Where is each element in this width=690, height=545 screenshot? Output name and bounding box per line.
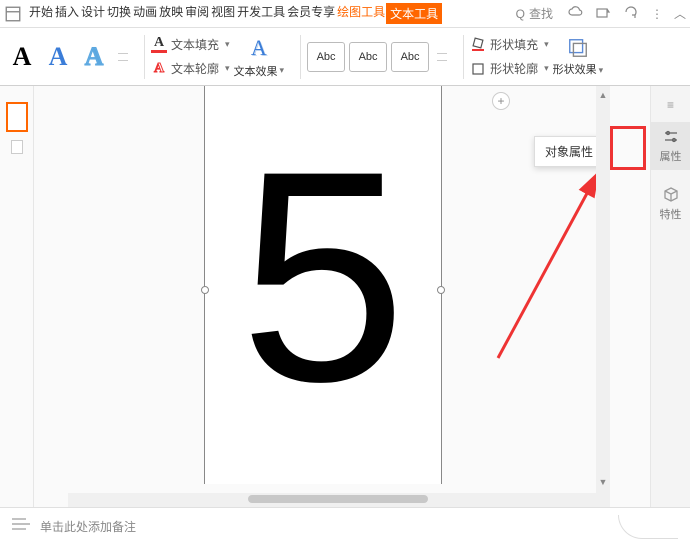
- separator: [144, 35, 145, 79]
- shape-fill-label: 形状填充: [490, 36, 538, 53]
- scroll-up-icon[interactable]: ▲: [598, 90, 608, 100]
- shape-format-group: 形状填充 ▾ 形状轮廓 ▾ 形状效果▾: [470, 28, 613, 85]
- horizontal-scrollbar[interactable]: [68, 493, 596, 507]
- titlebar-right-icons: ⋮ ︿: [567, 4, 686, 23]
- more-icon[interactable]: ⋮: [651, 7, 662, 21]
- slide-thumbnail-1[interactable]: [6, 102, 28, 132]
- shape-styles-group: Abc Abc Abc: [307, 28, 457, 85]
- menu-bar: 开始 插入 设计 切换 动画 放映 审阅 视图 开发工具 会员专享 绘图工具 文…: [0, 0, 690, 28]
- menu-view[interactable]: 视图: [210, 3, 236, 24]
- shape-effect-icon: [567, 37, 589, 59]
- menu-items: 开始 插入 设计 切换 动画 放映 审阅 视图 开发工具 会员专享 绘图工具 文…: [28, 3, 442, 24]
- text-effect-icon: A: [251, 35, 267, 61]
- right-side-panel: ≡ 属性 特性: [650, 86, 690, 507]
- ribbon: A A A A 文本填充 ▾ A 文本轮廓 ▾ A 文本效果▾ Abc Abc: [0, 28, 690, 86]
- shape-fill-button[interactable]: 形状填充 ▾: [470, 34, 549, 56]
- panel-tab-traits-label: 特性: [660, 206, 682, 222]
- shape-fill-icon: [470, 37, 486, 53]
- notes-decoration: [618, 515, 678, 539]
- slide[interactable]: 5: [204, 86, 442, 484]
- shape-outline-label: 形状轮廓: [490, 60, 538, 77]
- text-outline-icon: A: [151, 61, 167, 77]
- panel-tab-properties[interactable]: 属性: [651, 122, 690, 170]
- menu-animation[interactable]: 动画: [132, 3, 158, 24]
- menu-review[interactable]: 审阅: [184, 3, 210, 24]
- text-fill-button[interactable]: A 文本填充 ▾: [151, 34, 230, 56]
- chevron-down-icon: ▾: [225, 39, 230, 50]
- chevron-down-icon: ▾: [544, 39, 549, 50]
- vertical-scrollbar[interactable]: ▲ ▼: [596, 86, 610, 507]
- shape-outline-button[interactable]: 形状轮廓 ▾: [470, 58, 549, 80]
- selection-handle-right[interactable]: [437, 286, 445, 294]
- text-outline-button[interactable]: A 文本轮廓 ▾: [151, 58, 230, 80]
- menu-design[interactable]: 设计: [80, 3, 106, 24]
- scrollbar-thumb[interactable]: [248, 495, 428, 503]
- scroll-down-icon[interactable]: ▼: [598, 477, 608, 487]
- object-properties-tooltip: 对象属性: [534, 136, 604, 167]
- cloud-icon[interactable]: [567, 4, 583, 23]
- menu-devtools[interactable]: 开发工具: [236, 3, 286, 24]
- panel-hamburger-icon[interactable]: ≡: [667, 98, 674, 112]
- shape-style-3[interactable]: Abc: [391, 42, 429, 72]
- wordart-styles-group: A A A: [6, 28, 138, 85]
- selection-handle-left[interactable]: [201, 286, 209, 294]
- annotation-arrow: [488, 168, 608, 368]
- panel-tab-properties-label: 属性: [660, 148, 682, 164]
- menu-member[interactable]: 会员专享: [286, 3, 336, 24]
- shape-effect-label: 形状效果: [553, 64, 597, 76]
- text-format-group: A 文本填充 ▾ A 文本轮廓 ▾ A 文本效果▾: [151, 28, 294, 85]
- app-menu-icon[interactable]: [4, 5, 22, 23]
- text-effect-button[interactable]: A 文本效果▾: [234, 35, 285, 79]
- annotation-highlight-box: [610, 126, 646, 170]
- text-effect-label: 文本效果: [234, 63, 278, 79]
- add-section-button[interactable]: +: [492, 92, 510, 110]
- panel-tab-traits[interactable]: 特性: [660, 180, 682, 228]
- menu-transition[interactable]: 切换: [106, 3, 132, 24]
- refresh-icon[interactable]: [623, 4, 639, 23]
- text-outline-label: 文本轮廓: [171, 60, 219, 77]
- wordart-style-3[interactable]: A: [78, 39, 110, 75]
- wordart-style-2[interactable]: A: [42, 39, 74, 75]
- workspace: 5 + 对象属性 ▲ ▼ ≡ 属性 特性: [0, 86, 690, 507]
- search-prefix: Q: [516, 7, 525, 21]
- shape-outline-icon: [470, 61, 486, 77]
- menu-drawing-tools[interactable]: 绘图工具: [336, 3, 386, 24]
- separator: [463, 35, 464, 79]
- share-icon[interactable]: [595, 4, 611, 23]
- canvas-area[interactable]: 5 + 对象属性 ▲ ▼: [34, 86, 650, 507]
- separator: [300, 35, 301, 79]
- sliders-icon: [662, 128, 680, 146]
- cube-icon: [662, 186, 680, 204]
- shape-style-1[interactable]: Abc: [307, 42, 345, 72]
- menu-slideshow[interactable]: 放映: [158, 3, 184, 24]
- notes-icon: [12, 517, 30, 536]
- slide-thumbnail-2[interactable]: [11, 140, 23, 154]
- notes-placeholder: 单击此处添加备注: [40, 518, 136, 535]
- search-box[interactable]: Q 查找: [516, 5, 553, 22]
- chevron-down-icon: ▾: [225, 63, 230, 74]
- chevron-down-icon: ▾: [599, 65, 604, 75]
- chevron-down-icon: ▾: [280, 65, 285, 76]
- chevron-down-icon: ▾: [544, 63, 549, 74]
- text-fill-label: 文本填充: [171, 36, 219, 53]
- slide-text-content[interactable]: 5: [240, 126, 407, 426]
- menu-insert[interactable]: 插入: [54, 3, 80, 24]
- notes-bar[interactable]: 单击此处添加备注: [0, 507, 690, 545]
- text-fill-icon: A: [151, 37, 167, 53]
- wordart-gallery-scroll[interactable]: [118, 53, 128, 61]
- wordart-style-1[interactable]: A: [6, 39, 38, 75]
- menu-start[interactable]: 开始: [28, 3, 54, 24]
- collapse-ribbon-icon[interactable]: ︿: [674, 5, 686, 22]
- shape-style-2[interactable]: Abc: [349, 42, 387, 72]
- menu-text-tools[interactable]: 文本工具: [386, 3, 442, 24]
- slide-thumbnails-panel: [0, 86, 34, 507]
- search-label: 查找: [529, 5, 553, 22]
- shape-gallery-scroll[interactable]: [437, 53, 447, 61]
- shape-effect-button[interactable]: 形状效果▾: [553, 37, 604, 77]
